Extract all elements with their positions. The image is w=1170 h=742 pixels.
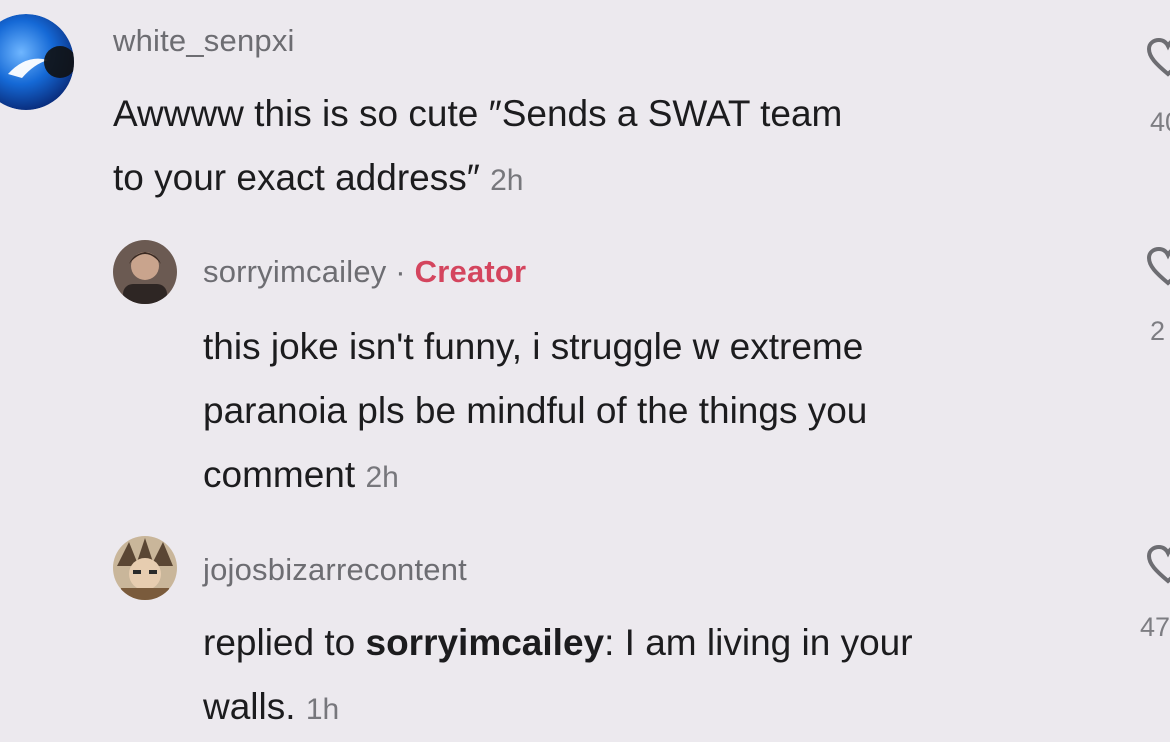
like-button[interactable] xyxy=(1146,38,1170,78)
avatar[interactable] xyxy=(0,14,74,110)
like-count: 47 xyxy=(1140,612,1170,642)
comment-username-line: sorryimcailey · Creator xyxy=(203,254,526,290)
like-count: 40 xyxy=(1150,107,1170,137)
comment-text-line: this joke isn't funny, i struggle w extr… xyxy=(203,326,864,367)
creator-badge: Creator xyxy=(414,254,527,289)
anime-avatar-icon xyxy=(113,536,177,600)
comment-username[interactable]: sorryimcailey xyxy=(203,254,386,289)
like-button[interactable] xyxy=(1146,545,1170,585)
avatar[interactable] xyxy=(113,240,177,304)
comment-time: 1h xyxy=(305,693,340,726)
avatar[interactable] xyxy=(113,536,177,600)
comment-text-line: to your exact address″ 2h xyxy=(113,146,842,213)
comment-username[interactable]: white_senpxi xyxy=(113,23,295,59)
comment-text-segment: walls. xyxy=(203,686,296,727)
comment-username[interactable]: jojosbizarrecontent xyxy=(203,552,467,588)
comment-time: 2h xyxy=(490,164,524,197)
comment-text-line: paranoia pls be mindful of the things yo… xyxy=(203,390,868,431)
like-button[interactable] xyxy=(1146,247,1170,287)
photo-avatar-icon xyxy=(113,240,177,304)
comment-text: Awwww this is so cute ″Sends a SWAT team… xyxy=(113,82,842,213)
comment-text: replied to sorryimcailey: I am living in… xyxy=(203,611,913,742)
blue-orb-avatar-icon xyxy=(0,14,74,110)
comment-text-segment: comment xyxy=(203,454,356,495)
heart-outline-icon xyxy=(1146,247,1170,286)
reply-prefix: replied to xyxy=(203,622,366,663)
comment-text-line: walls. 1h xyxy=(203,675,913,742)
comment-text: this joke isn't funny, i struggle w extr… xyxy=(203,315,867,510)
separator-dot: · xyxy=(395,254,406,289)
comment-text-line: Awwww this is so cute ″Sends a SWAT team xyxy=(113,93,843,134)
comment-time: 2h xyxy=(365,461,399,494)
comment-text-segment: to your exact address″ xyxy=(113,157,480,198)
like-count: 2 xyxy=(1150,316,1166,346)
comment-text-segment: : I am living in your xyxy=(604,622,913,663)
reply-target-username[interactable]: sorryimcailey xyxy=(366,622,605,663)
comment-text-line: comment 2h xyxy=(203,443,867,510)
comment-text-line: replied to sorryimcailey: I am living in… xyxy=(203,611,913,675)
heart-outline-icon xyxy=(1146,38,1170,77)
heart-outline-icon xyxy=(1146,545,1170,584)
